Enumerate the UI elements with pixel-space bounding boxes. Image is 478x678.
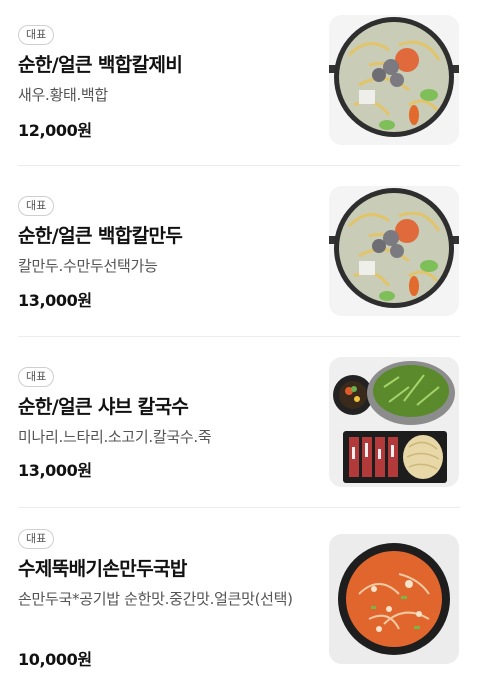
menu-item-dumpling-gukbap[interactable]: 대표 수제뚝배기손만두국밥 손만두국*공기밥 순한맛.중간맛.얼큰맛(선택) 1… [0,529,478,678]
menu-item-name: 순한/얼큰 백합칼만두 [18,225,183,247]
shabu-kalguksu-photo [329,357,459,487]
menu-item-price: 12,000원 [18,121,92,140]
menu-item-description: 손만두국*공기밥 순한맛.중간맛.얼큰맛(선택) [18,590,293,608]
clam-dumpling-noodle-photo [329,186,459,316]
menu-item-price: 10,000원 [18,650,92,669]
menu-item-shabu-kalguksu[interactable]: 대표 순한/얼큰 샤브 칼국수 미나리.느타리.소고기.칼국수.죽 13,000… [0,357,478,497]
divider [18,336,460,337]
clam-kalguksu-photo [329,15,459,145]
dumpling-gukbap-photo [329,534,459,664]
menu-item-clam-kaljebi[interactable]: 대표 순한/얼큰 백합칼제비 새우.황태.백합 12,000원 [0,15,478,155]
menu-item-name: 순한/얼큰 샤브 칼국수 [18,396,189,418]
menu-item-description: 새우.황태.백합 [18,86,108,104]
representative-badge: 대표 [18,529,55,549]
representative-badge: 대표 [18,367,55,387]
menu-list: 대표 순한/얼큰 백합칼제비 새우.황태.백합 12,000원 대표 순한/얼큰… [0,0,478,678]
divider [18,507,460,508]
representative-badge: 대표 [18,196,55,216]
menu-item-clam-kalmandu[interactable]: 대표 순한/얼큰 백합칼만두 칼만두.수만두선택가능 13,000원 [0,186,478,326]
divider [18,165,460,166]
menu-item-description: 미나리.느타리.소고기.칼국수.죽 [18,428,212,446]
menu-item-name: 수제뚝배기손만두국밥 [18,558,187,580]
menu-item-price: 13,000원 [18,291,92,310]
representative-badge: 대표 [18,25,55,45]
menu-item-price: 13,000원 [18,461,92,480]
menu-item-description: 칼만두.수만두선택가능 [18,257,158,275]
menu-item-name: 순한/얼큰 백합칼제비 [18,54,183,76]
